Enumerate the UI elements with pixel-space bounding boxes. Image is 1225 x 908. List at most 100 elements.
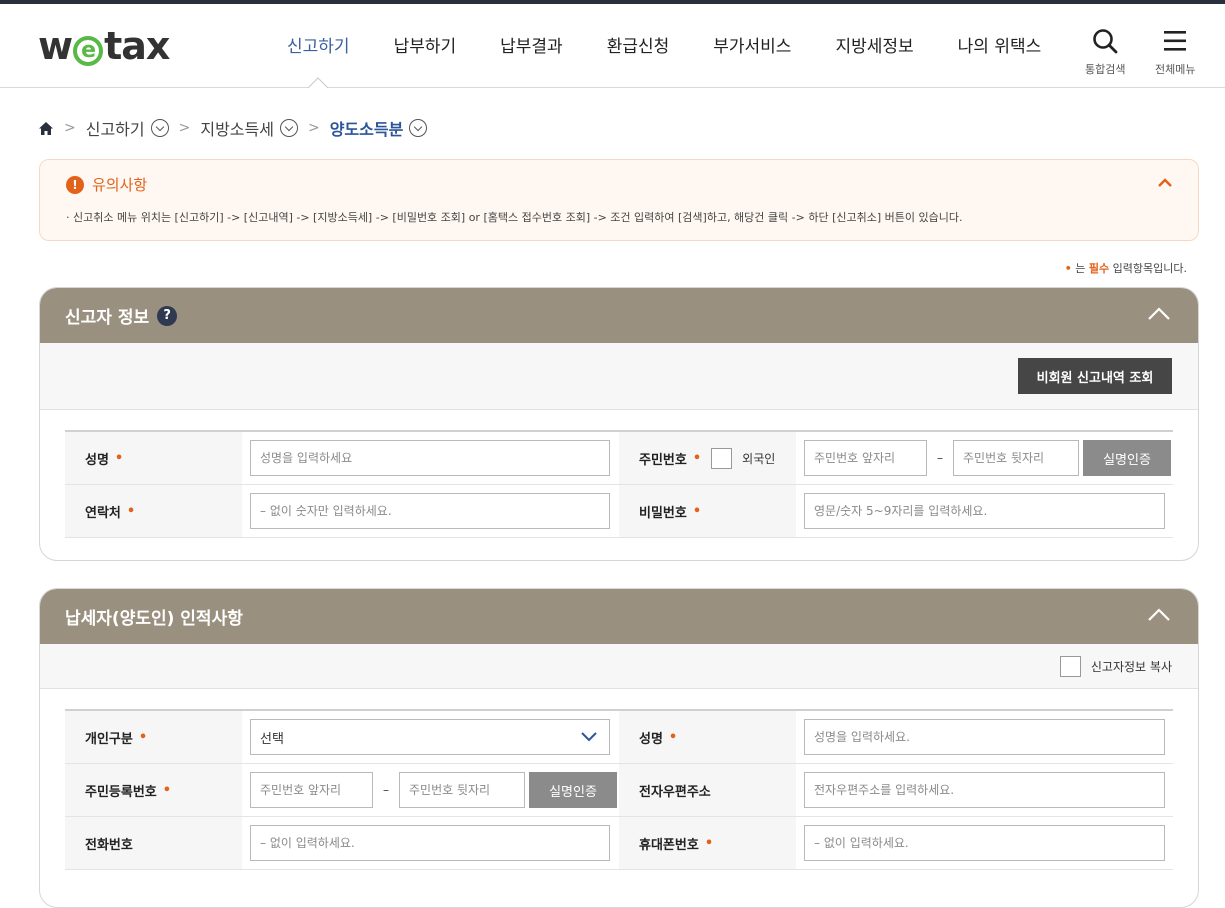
breadcrumb-item-capital-gains[interactable]: 양도소득분 (330, 116, 404, 140)
email-label-text: 전자우편주소 (639, 784, 711, 800)
reporter-panel-header: 신고자 정보 ? (40, 288, 1198, 343)
required-mark: • (692, 450, 702, 466)
nav-payment[interactable]: 납부하기 (372, 34, 479, 60)
taxpayer-name-label: 성명 • (619, 711, 796, 763)
logo-text-e: e (73, 36, 104, 66)
chevron-down-circle-icon[interactable] (150, 119, 169, 137)
rrn-back-input[interactable] (953, 440, 1079, 476)
rrn-dash: – (937, 451, 943, 465)
nav-local-tax-info[interactable]: 지방세정보 (813, 34, 935, 60)
contact-input[interactable] (250, 493, 610, 529)
full-menu-util[interactable]: 전체메뉴 (1155, 28, 1195, 77)
email-input[interactable] (804, 772, 1165, 808)
copy-reporter-info[interactable]: 신고자정보 복사 (1059, 656, 1172, 677)
notice-box: ! 유의사항 · 신고취소 메뉴 위치는 [신고하기] -> [신고내역] ->… (39, 159, 1199, 241)
notice-title: ! 유의사항 (66, 174, 147, 195)
name-label: 성명 • (65, 432, 242, 484)
reporter-verify-button[interactable]: 실명인증 (1083, 440, 1171, 476)
phone-label-text: 전화번호 (85, 837, 133, 853)
chevron-down-circle-icon[interactable] (279, 119, 298, 137)
taxpayer-action-bar: 신고자정보 복사 (40, 644, 1198, 689)
home-icon[interactable] (38, 121, 54, 136)
form-row: 전화번호 휴대폰번호 • (65, 817, 1173, 870)
mobile-label: 휴대폰번호 • (619, 817, 796, 869)
search-util[interactable]: 통합검색 (1085, 28, 1125, 77)
breadcrumb: > 신고하기 > 지방소득세 > 양도소득분 (38, 116, 428, 140)
taxpayer-rrn-label: 주민등록번호 • (65, 764, 242, 816)
notice-title-text: 유의사항 (92, 176, 148, 194)
contact-cell (242, 485, 619, 537)
reporter-panel-title: 신고자 정보 (65, 308, 150, 328)
notice-body: · 신고취소 메뉴 위치는 [신고하기] -> [신고내역] -> [지방소득세… (66, 211, 963, 224)
taxpayer-rrn-back-input[interactable] (399, 772, 525, 808)
nav-refund[interactable]: 환급신청 (585, 34, 692, 60)
person-type-cell: 선택 (242, 711, 619, 763)
reporter-form: 성명 • 주민번호 • 외국인 – 실명인증 연락처 • 비밀번호 • (65, 430, 1173, 538)
form-row: 연락처 • 비밀번호 • (65, 485, 1173, 538)
taxpayer-form: 개인구분 • 선택 성명 • 주민등록번호 • – 실명인증 전자우편주소 (65, 709, 1173, 870)
taxpayer-name-input[interactable] (804, 719, 1165, 755)
taxpayer-name-cell (796, 711, 1173, 763)
full-menu-label: 전체메뉴 (1155, 63, 1196, 76)
person-type-select[interactable]: 선택 (250, 719, 610, 755)
nav-active-caret-icon (308, 77, 328, 88)
mobile-cell (796, 817, 1173, 869)
password-input[interactable] (804, 493, 1165, 529)
collapse-chevron-icon[interactable] (1148, 307, 1170, 321)
form-row: 주민등록번호 • – 실명인증 전자우편주소 (65, 764, 1173, 817)
password-label-text: 비밀번호 (639, 505, 687, 521)
chevron-up-icon[interactable] (1158, 176, 1172, 190)
site-header: w e tax 신고하기 납부하기 납부결과 환급신청 부가서비스 지방세정보 나의… (0, 4, 1225, 88)
nav-extra-services[interactable]: 부가서비스 (691, 34, 813, 60)
wetax-logo[interactable]: w e tax (38, 24, 170, 68)
alert-icon: ! (66, 175, 84, 194)
chevron-down-circle-icon[interactable] (409, 119, 428, 137)
taxpayer-rrn-front-input[interactable] (250, 772, 373, 808)
taxpayer-name-label-text: 성명 (639, 731, 663, 747)
help-icon[interactable]: ? (157, 305, 178, 326)
copy-reporter-checkbox[interactable] (1059, 656, 1081, 677)
form-row: 성명 • 주민번호 • 외국인 – 실명인증 (65, 432, 1173, 485)
logo-text-w: w (38, 24, 73, 68)
required-note-post: 입력항목입니다. (1112, 262, 1187, 275)
nav-payment-result[interactable]: 납부결과 (478, 34, 585, 60)
form-row: 개인구분 • 선택 성명 • (65, 711, 1173, 764)
foreigner-checkbox[interactable] (711, 447, 733, 469)
taxpayer-rrn-cell: – 실명인증 (242, 764, 619, 816)
rrn-cell: – 실명인증 (796, 432, 1173, 484)
contact-label-text: 연락처 (85, 505, 121, 521)
name-cell (242, 432, 619, 484)
rrn-dash: – (383, 783, 389, 797)
contact-label: 연락처 • (65, 485, 242, 537)
taxpayer-info-panel: 납세자(양도인) 인적사항 신고자정보 복사 개인구분 • 선택 성명 • 주민등록… (39, 588, 1199, 908)
required-mark: • (162, 782, 172, 798)
reporter-action-bar: 비회원 신고내역 조회 (40, 343, 1198, 410)
required-mark: • (114, 450, 124, 466)
required-dot: • (1064, 262, 1072, 275)
taxpayer-panel-title: 납세자(양도인) 인적사항 (65, 609, 243, 629)
nav-report[interactable]: 신고하기 (265, 34, 372, 60)
search-icon (1093, 29, 1118, 54)
phone-label: 전화번호 (65, 817, 242, 869)
rrn-label-text: 주민번호 (639, 452, 687, 468)
mobile-label-text: 휴대폰번호 (639, 837, 699, 853)
phone-input[interactable] (250, 825, 610, 861)
email-cell (796, 764, 1173, 816)
rrn-front-input[interactable] (804, 440, 927, 476)
chevron-down-icon (581, 732, 597, 742)
person-type-label: 개인구분 • (65, 711, 242, 763)
logo-text-tax: tax (104, 24, 170, 68)
required-note-pre: 는 (1075, 262, 1086, 275)
nonmember-lookup-button[interactable]: 비회원 신고내역 조회 (1018, 358, 1172, 394)
breadcrumb-separator-icon: > (64, 120, 76, 136)
search-label: 통합검색 (1085, 63, 1126, 76)
nav-my-wetax[interactable]: 나의 위택스 (936, 34, 1064, 60)
hamburger-menu-icon (1164, 31, 1187, 51)
mobile-input[interactable] (804, 825, 1165, 861)
main-nav: 신고하기 납부하기 납부결과 환급신청 부가서비스 지방세정보 나의 위택스 (265, 34, 1063, 60)
reporter-name-input[interactable] (250, 440, 610, 476)
taxpayer-verify-button[interactable]: 실명인증 (529, 772, 617, 808)
collapse-chevron-icon[interactable] (1148, 608, 1170, 622)
breadcrumb-item-report[interactable]: 신고하기 (86, 116, 145, 140)
breadcrumb-item-local-income-tax[interactable]: 지방소득세 (200, 116, 274, 140)
